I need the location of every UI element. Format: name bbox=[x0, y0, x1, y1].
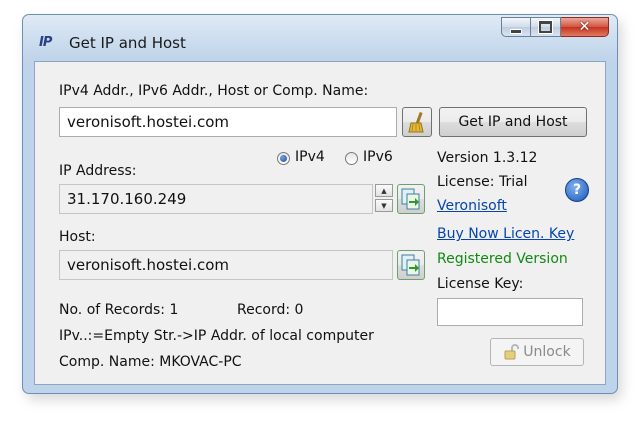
ip-address-field[interactable]: 31.170.160.249 bbox=[59, 184, 373, 214]
minimize-button[interactable] bbox=[501, 17, 531, 37]
title-bar[interactable]: IP Get IP and Host ✕ bbox=[23, 15, 617, 61]
version-text: Version 1.3.12 bbox=[437, 150, 538, 166]
unlock-label: Unlock bbox=[523, 344, 571, 360]
query-label: IPv4 Addr., IPv6 Addr., Host or Comp. Na… bbox=[59, 83, 369, 99]
host-field[interactable]: veronisoft.hostei.com bbox=[59, 250, 393, 280]
radio-ipv6[interactable] bbox=[345, 152, 358, 165]
license-key-input[interactable] bbox=[437, 298, 583, 326]
question-icon: ? bbox=[572, 182, 582, 198]
up-arrow-icon: ▲ bbox=[381, 186, 387, 195]
copy-icon bbox=[401, 254, 420, 276]
copy-icon bbox=[401, 188, 420, 210]
ip-address-label: IP Address: bbox=[59, 163, 137, 179]
radio-ipv6-label[interactable]: IPv6 bbox=[363, 149, 393, 165]
spin-down-button[interactable]: ▼ bbox=[375, 199, 393, 212]
query-input[interactable]: veronisoft.hostei.com bbox=[59, 107, 397, 137]
client-area: IPv4 Addr., IPv6 Addr., Host or Comp. Na… bbox=[34, 61, 606, 385]
records-count: No. of Records: 1 bbox=[59, 302, 179, 318]
unlock-icon bbox=[504, 344, 520, 360]
get-ip-host-button[interactable]: Get IP and Host bbox=[439, 107, 587, 137]
spin-up-button[interactable]: ▲ bbox=[375, 184, 393, 197]
copy-ip-button[interactable] bbox=[397, 184, 425, 214]
copy-host-button[interactable] bbox=[397, 250, 425, 280]
computer-name: Comp. Name: MKOVAC-PC bbox=[59, 354, 242, 370]
broom-icon bbox=[408, 111, 424, 133]
buy-license-link[interactable]: Buy Now Licen. Key bbox=[437, 226, 574, 242]
host-label: Host: bbox=[59, 229, 96, 245]
registered-status: Registered Version bbox=[437, 251, 568, 267]
minimize-icon bbox=[510, 28, 522, 34]
license-key-label: License Key: bbox=[437, 276, 524, 292]
vendor-link[interactable]: Veronisoft bbox=[437, 198, 507, 214]
close-button[interactable]: ✕ bbox=[561, 17, 609, 37]
caption-buttons: ✕ bbox=[501, 17, 609, 39]
radio-ipv4-label[interactable]: IPv4 bbox=[295, 149, 325, 165]
window-title: Get IP and Host bbox=[69, 34, 186, 52]
close-icon: ✕ bbox=[578, 19, 591, 35]
radio-ipv4[interactable] bbox=[277, 152, 290, 165]
app-icon: IP bbox=[39, 35, 52, 50]
down-arrow-icon: ▼ bbox=[381, 201, 387, 210]
clear-button[interactable] bbox=[402, 107, 432, 137]
help-button[interactable]: ? bbox=[565, 178, 589, 202]
unlock-button[interactable]: Unlock bbox=[490, 338, 584, 366]
main-window: IP Get IP and Host ✕ IPv4 Addr., IPv6 Ad… bbox=[22, 14, 618, 394]
current-record: Record: 0 bbox=[237, 302, 304, 318]
hint-text: IPv..:=Empty Str.->IP Addr. of local com… bbox=[59, 328, 374, 344]
license-text: License: Trial bbox=[437, 174, 528, 190]
maximize-icon bbox=[539, 21, 552, 33]
maximize-button[interactable] bbox=[531, 17, 561, 37]
